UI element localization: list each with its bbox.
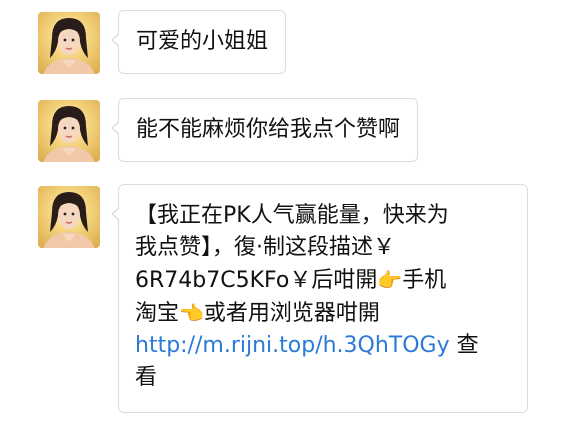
sender-avatar[interactable] (38, 100, 100, 162)
message-link[interactable]: http://m.rijni.top/h.3QhTOGy (135, 333, 450, 358)
message-bubble[interactable]: 【我正在PK人气赢能量，快来为 我点赞】，復·制这段描述￥ 6R74b7C5KF… (111, 184, 528, 413)
message-line-text: 淘宝 (135, 301, 180, 326)
message-line: 【我正在PK人气赢能量，快来为 (135, 203, 449, 228)
message-line: 我点赞】，復·制这段描述￥ (135, 235, 395, 260)
message-line-text: 查 (456, 333, 479, 358)
avatar-girl-icon (43, 192, 95, 248)
message-line: 看 (135, 365, 158, 390)
message-text: 能不能麻烦你给我点个赞啊 (136, 117, 401, 142)
message-line-text: 或者用浏览器咁開 (203, 301, 380, 326)
avatar-girl-icon (43, 106, 95, 162)
message-line-with-link: http://m.rijni.top/h.3QhTOGy 查 (135, 330, 511, 362)
hand-pointing-left-icon: 👈 (179, 301, 204, 325)
message-line-with-emoji: 淘宝👈或者用浏览器咁開 (135, 297, 511, 330)
message-line-text: 手机 (402, 268, 447, 293)
message-line-text: 6R74b7C5KFo￥后咁開 (135, 268, 378, 293)
avatar-girl-icon (43, 18, 95, 74)
sender-avatar[interactable] (38, 12, 100, 74)
chat-conversation: 可爱的小姐姐 能不能麻烦你给我点个赞啊 【我正在PK人气赢能量，快来为 我点赞】… (0, 0, 578, 448)
message-text: 可爱的小姐姐 (136, 29, 269, 54)
message-bubble[interactable]: 能不能麻烦你给我点个赞啊 (110, 98, 419, 162)
sender-avatar[interactable] (38, 186, 100, 248)
message-bubble[interactable]: 可爱的小姐姐 (110, 10, 287, 74)
hand-pointing-right-icon: 👉 (377, 268, 403, 292)
message-line-with-emoji: 6R74b7C5KFo￥后咁開👉手机 (135, 264, 511, 297)
